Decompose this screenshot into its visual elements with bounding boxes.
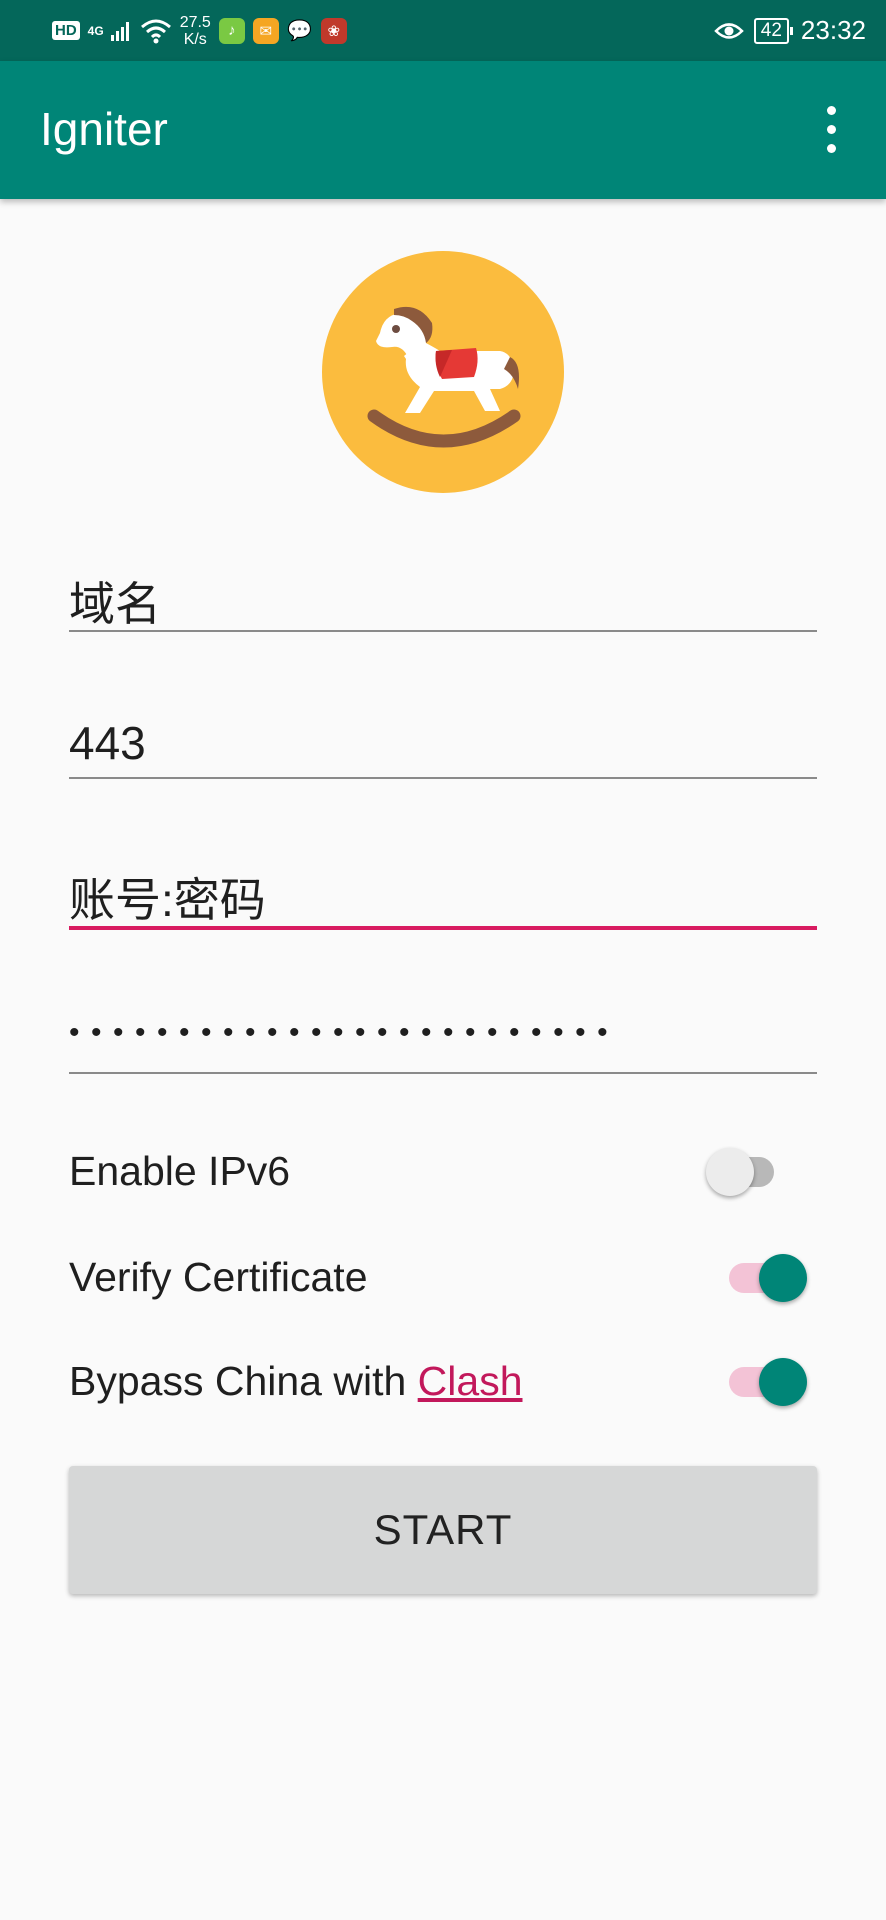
verify-certificate-row: Verify Certificate	[69, 1246, 817, 1306]
enable-ipv6-switch[interactable]	[706, 1140, 786, 1196]
start-button[interactable]: START	[69, 1466, 817, 1594]
domain-underline	[69, 630, 817, 632]
domain-input-value: 域名	[69, 578, 161, 630]
speed-unit: K/s	[183, 30, 207, 48]
enable-ipv6-row: Enable IPv6	[69, 1140, 817, 1200]
bypass-china-label-text: Bypass China with	[69, 1358, 418, 1404]
mail-icon: ✉	[252, 17, 279, 44]
wechat-icon: 💬	[287, 20, 313, 42]
switch-thumb	[706, 1148, 754, 1196]
status-bar: HD 4G 27.5 K/s ♪ ✉ 💬 ❀ 42 23:32	[0, 0, 886, 61]
switch-thumb	[759, 1254, 807, 1302]
battery-icon: 42	[753, 17, 794, 44]
eye-icon	[714, 22, 744, 39]
domain-field[interactable]: 域名	[69, 560, 817, 634]
port-input-value: 443	[69, 717, 146, 769]
signal-icon	[110, 21, 129, 41]
wifi-icon	[140, 19, 171, 43]
account-underline	[69, 926, 817, 930]
clock: 23:32	[800, 15, 866, 45]
app-icon: ❀	[320, 17, 347, 44]
verify-certificate-switch[interactable]	[729, 1246, 809, 1302]
password-field[interactable]: •••••••••••••••••••••••••	[69, 1010, 817, 1076]
status-bar-right: 42 23:32	[714, 0, 866, 61]
network-type: 4G	[87, 23, 104, 38]
network-speed: 27.5 K/s	[180, 14, 211, 48]
bypass-china-switch[interactable]	[729, 1350, 809, 1406]
more-vert-icon[interactable]	[818, 104, 844, 156]
switch-thumb	[759, 1358, 807, 1406]
app-bar: Igniter	[0, 61, 886, 199]
hd-badge: HD	[52, 21, 80, 40]
app-title: Igniter	[40, 103, 168, 155]
speed-value: 27.5	[179, 13, 211, 31]
account-input-value: 账号:密码	[69, 874, 266, 926]
port-field[interactable]: 443	[69, 708, 817, 782]
qq-music-icon: ♪	[218, 17, 245, 44]
bypass-china-label: Bypass China with Clash	[69, 1358, 523, 1405]
rocking-horse-icon	[367, 306, 521, 448]
password-underline	[69, 1072, 817, 1074]
status-bar-left: HD 4G 27.5 K/s ♪ ✉ 💬 ❀	[52, 0, 355, 61]
app-logo	[322, 251, 564, 493]
enable-ipv6-label: Enable IPv6	[69, 1148, 291, 1194]
verify-certificate-label: Verify Certificate	[69, 1254, 368, 1300]
bypass-china-row: Bypass China with Clash	[69, 1350, 817, 1410]
port-underline	[69, 777, 817, 779]
clash-link[interactable]: Clash	[418, 1358, 523, 1404]
password-input-value: •••••••••••••••••••••••••	[69, 1016, 620, 1049]
account-field[interactable]: 账号:密码	[69, 856, 817, 932]
